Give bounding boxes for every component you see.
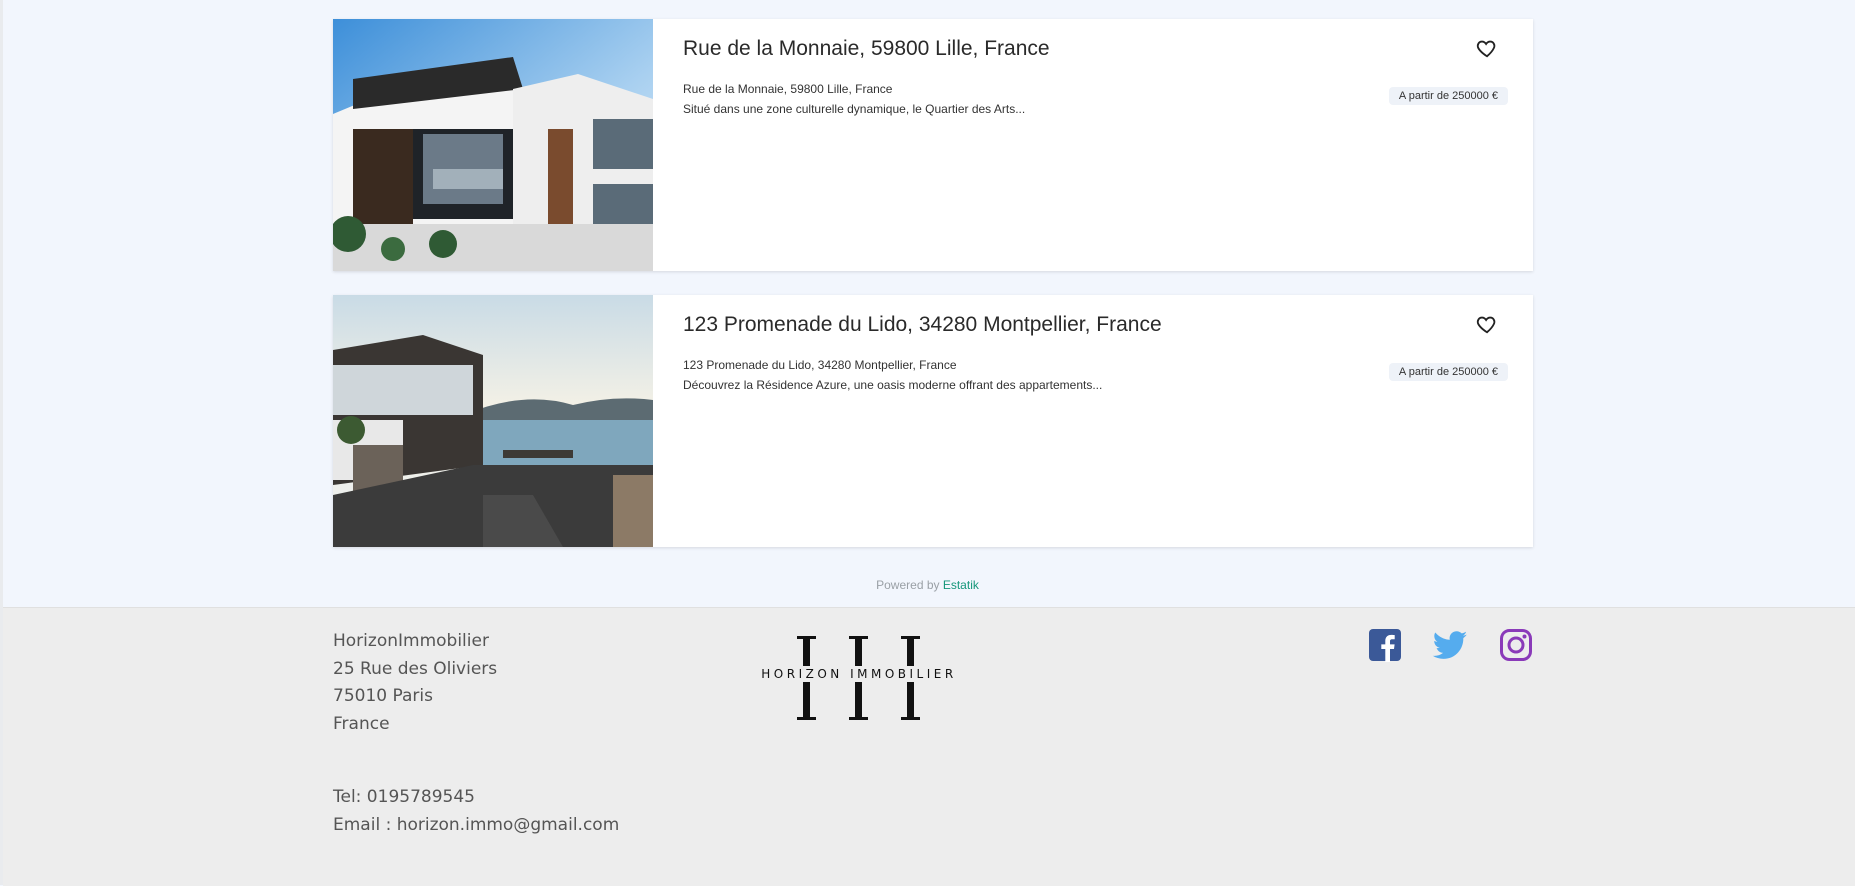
footer-contact: Tel: 0195789545 Email : horizon.immo@gma… [333,784,619,839]
phone: Tel: 0195789545 [333,787,475,807]
listing-address: Rue de la Monnaie, 59800 Lille, France [683,82,893,96]
powered-by-prefix: Powered by [876,578,940,592]
site-footer: HorizonImmobilier 25 Rue des Oliviers 75… [3,607,1855,886]
powered-by: Powered by Estatik [0,578,1855,592]
listing-title[interactable]: 123 Promenade du Lido, 34280 Montpellier… [683,313,1162,337]
price-badge: A partir de 250000 € [1388,87,1508,105]
price-badge: A partir de 250000 € [1388,363,1508,381]
twitter-icon[interactable] [1432,628,1467,662]
footer-address: HorizonImmobilier 25 Rue des Oliviers 75… [333,628,497,738]
email[interactable]: Email : horizon.immo@gmail.com [333,812,619,840]
listing-excerpt: Découvrez la Résidence Azure, une oasis … [683,378,1103,392]
listing-excerpt: Situé dans une zone culturelle dynamique… [683,102,1026,116]
facebook-icon[interactable] [1368,628,1402,662]
listing-image[interactable] [333,19,653,271]
street: 25 Rue des Oliviers [333,658,498,679]
logo-text: HORIZON IMMOBILIER [751,666,967,682]
heart-icon[interactable] [1476,313,1498,335]
listing-image[interactable] [333,295,653,547]
listing-card[interactable]: Rue de la Monnaie, 59800 Lille, France R… [333,19,1533,271]
listing-title[interactable]: Rue de la Monnaie, 59800 Lille, France [683,37,1050,61]
heart-icon[interactable] [1476,37,1498,59]
city: 75010 Paris [333,686,433,706]
listing-address: 123 Promenade du Lido, 34280 Montpellier… [683,358,957,372]
company-logo: HORIZON IMMOBILIER [751,636,967,720]
instagram-icon[interactable] [1499,628,1533,662]
company-name: HorizonImmobilier [333,631,489,651]
country: France [333,713,390,734]
estatik-link[interactable]: Estatik [943,578,979,592]
listing-card[interactable]: 123 Promenade du Lido, 34280 Montpellier… [333,295,1533,547]
